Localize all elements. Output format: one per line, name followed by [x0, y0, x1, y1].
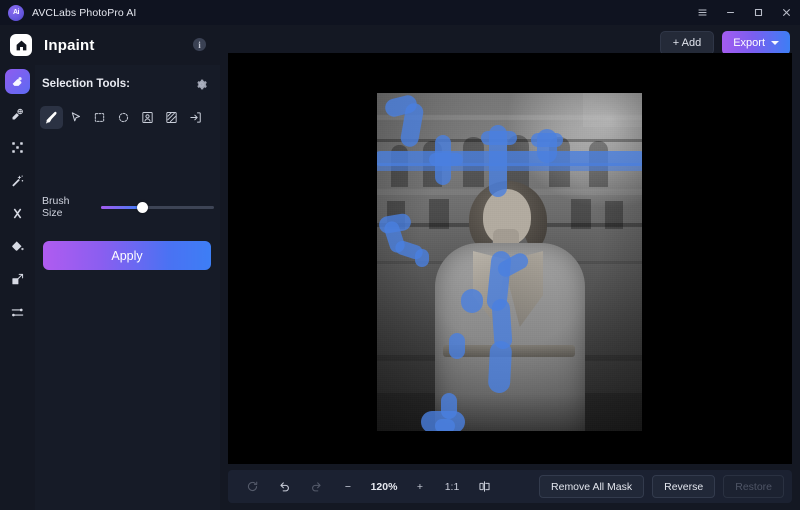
mask-stroke-c3	[487, 340, 513, 394]
zoom-in-button[interactable]: +	[404, 470, 436, 503]
ai-retouch-icon	[5, 102, 30, 127]
subject-select-tool[interactable]	[136, 106, 159, 129]
selection-tools-panel: Selection Tools: Brush Size Apply	[35, 65, 220, 510]
mask-stroke-v3b	[531, 133, 563, 147]
hatch-select-tool[interactable]	[160, 106, 183, 129]
brush-size-control: Brush Size	[42, 195, 214, 219]
mask-stroke-coat5	[435, 419, 455, 431]
sidebar-item-adjustments[interactable]	[0, 296, 35, 329]
compare-button[interactable]	[468, 470, 500, 503]
export-button-label: Export	[733, 37, 765, 49]
hamburger-icon[interactable]	[688, 0, 716, 25]
photo-image[interactable]	[377, 93, 642, 431]
app-logo-icon: Ai	[8, 4, 24, 21]
title-bar: Ai AVCLabs PhotoPro AI	[0, 0, 800, 25]
minimize-icon[interactable]	[716, 0, 744, 25]
home-icon[interactable]	[10, 34, 32, 56]
ellipse-select-tool[interactable]	[112, 106, 135, 129]
add-button[interactable]: + Add	[659, 31, 715, 55]
mask-stroke-coat2	[449, 333, 465, 359]
mask-overlay	[377, 93, 642, 431]
brush-size-slider-knob[interactable]	[136, 201, 148, 213]
sidebar-item-colorize[interactable]	[0, 230, 35, 263]
header-actions: + Add Export	[659, 31, 790, 55]
ellipse-dashed-icon	[118, 112, 129, 123]
mask-actions: Remove All Mask Reverse Restore	[539, 475, 784, 498]
sidebar-item-ai-retouch[interactable]	[0, 98, 35, 131]
sidebar-item-upscale[interactable]	[0, 263, 35, 296]
export-button[interactable]: Export	[722, 31, 790, 55]
header-left: Inpaint	[0, 25, 95, 65]
import-arrow-icon	[190, 112, 201, 123]
apply-button[interactable]: Apply	[43, 241, 211, 270]
brush-tool[interactable]	[40, 106, 63, 129]
scissors-crop-icon	[5, 201, 30, 226]
mask-stroke-coat1	[461, 289, 483, 313]
info-icon[interactable]: i	[193, 38, 206, 51]
cursor-arrow-icon	[71, 112, 81, 122]
cursor-tool[interactable]	[64, 106, 87, 129]
undo-button[interactable]	[268, 470, 300, 503]
actual-size-button[interactable]: 1:1	[436, 470, 468, 503]
app-window: Ai AVCLabs PhotoPro AI Inpaint i + Add E…	[0, 0, 800, 510]
sidebar-item-background-remove[interactable]	[0, 197, 35, 230]
rectangle-select-tool[interactable]	[88, 106, 111, 129]
sidebar-item-inpaint[interactable]	[0, 65, 35, 98]
chevron-down-icon	[771, 41, 779, 45]
paint-bucket-icon	[5, 234, 30, 259]
brush-icon	[46, 111, 57, 124]
inpaint-eraser-icon	[5, 69, 30, 94]
window-controls	[688, 0, 800, 25]
restore-button: Restore	[723, 475, 784, 498]
reverse-button[interactable]: Reverse	[652, 475, 716, 498]
selection-tools-row	[40, 106, 207, 129]
hatched-box-icon	[166, 112, 177, 123]
sliders-icon	[5, 300, 30, 325]
portrait-person-icon	[142, 112, 153, 123]
app-logo-text: Ai	[13, 9, 20, 16]
app-title: AVCLabs PhotoPro AI	[32, 6, 137, 19]
brush-size-slider[interactable]	[100, 201, 214, 213]
mask-stroke-h2	[377, 163, 642, 171]
mask-stroke-l4	[415, 249, 429, 267]
reset-button[interactable]	[236, 470, 268, 503]
enhance-expand-icon	[5, 135, 30, 160]
zoom-out-button[interactable]: −	[332, 470, 364, 503]
redo-button[interactable]	[300, 470, 332, 503]
sidebar-item-enhance[interactable]	[0, 131, 35, 164]
upscale-resize-icon	[5, 267, 30, 292]
canvas-area[interactable]	[228, 53, 792, 464]
zoom-level: 120%	[370, 480, 398, 493]
import-mask-tool[interactable]	[184, 106, 207, 129]
maximize-icon[interactable]	[744, 0, 772, 25]
undo-icon	[279, 482, 289, 492]
close-icon[interactable]	[772, 0, 800, 25]
brush-size-label: Brush Size	[42, 195, 70, 219]
magic-wand-icon	[5, 168, 30, 193]
page-title: Inpaint	[44, 36, 95, 54]
mask-stroke-v2b	[481, 131, 517, 145]
rectangle-dashed-icon	[94, 113, 105, 122]
reset-refresh-icon	[247, 481, 257, 492]
gear-icon[interactable]	[195, 78, 208, 91]
panel-title: Selection Tools:	[42, 78, 130, 90]
remove-all-mask-button[interactable]: Remove All Mask	[539, 475, 645, 498]
compare-split-icon	[478, 481, 490, 492]
zoom-controls: − 120% + 1:1	[236, 470, 500, 503]
tool-rail	[0, 65, 35, 510]
brush-size-slider-fill	[100, 205, 143, 209]
canvas-bottom-toolbar: − 120% + 1:1 Remove All Mask Reverse Res…	[228, 470, 792, 503]
mask-stroke-v1b	[429, 153, 463, 166]
redo-icon	[311, 482, 321, 492]
sidebar-item-magic-wand[interactable]	[0, 164, 35, 197]
